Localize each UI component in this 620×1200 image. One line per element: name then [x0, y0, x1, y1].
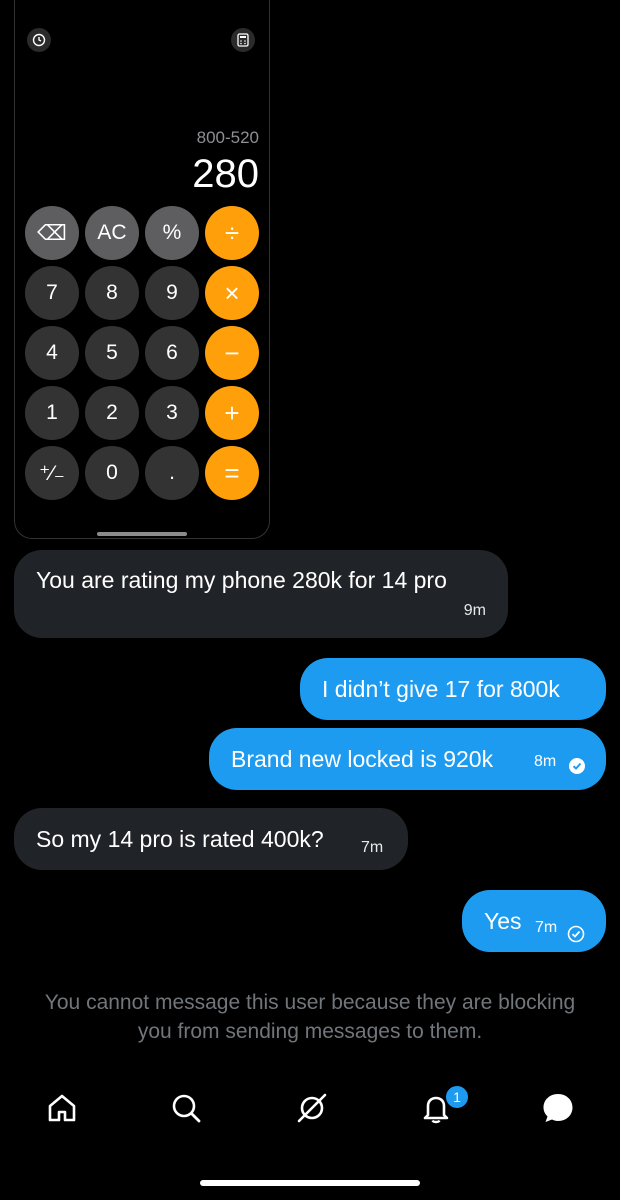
calc-key: ⌫: [25, 206, 79, 260]
message-outgoing[interactable]: Brand new locked is 920k 8m: [209, 728, 606, 790]
calc-key: =: [205, 446, 259, 500]
home-indicator: [200, 1180, 420, 1186]
calc-key: +: [205, 386, 259, 440]
calc-result: 280: [192, 152, 259, 196]
message-outgoing[interactable]: Yes 7m: [462, 890, 606, 952]
calculator-icon: [231, 28, 255, 52]
calc-key: 6: [145, 326, 199, 380]
calc-key: 3: [145, 386, 199, 440]
calc-key: 1: [25, 386, 79, 440]
message-text: So my 14 pro is rated 400k?: [36, 826, 324, 852]
calc-key: 0: [85, 446, 139, 500]
calc-key: %: [145, 206, 199, 260]
message-text: Brand new locked is 920k: [231, 746, 494, 772]
message-text: You are rating my phone 280k for 14 pro: [36, 567, 447, 593]
calc-expression: 800-520: [196, 128, 259, 147]
message-incoming[interactable]: You are rating my phone 280k for 14 pro …: [14, 550, 508, 638]
calculator-screenshot-attachment[interactable]: 800-520 280 ⌫ AC% ÷ 7 8 9 × 4 5 6− 1 2 3 + ⁺∕₋ 0. =: [14, 0, 270, 539]
calc-key: 2: [85, 386, 139, 440]
history-icon: [27, 28, 51, 52]
search-icon[interactable]: [166, 1088, 206, 1128]
message-time: 7m: [361, 839, 384, 856]
calc-key: ⁺∕₋: [25, 446, 79, 500]
calc-key: .: [145, 446, 199, 500]
message-time: 9m: [463, 602, 486, 619]
bottom-tab-bar: [0, 1080, 620, 1140]
calc-key: ×: [205, 266, 259, 320]
calc-key: −: [205, 326, 259, 380]
seen-check-icon: [567, 920, 585, 943]
message-text: Yes: [484, 908, 522, 934]
calc-home-indicator: [97, 532, 187, 536]
message-time: 7m: [535, 919, 558, 936]
calc-key: 7: [25, 266, 79, 320]
seen-check-icon: [569, 758, 585, 774]
messages-icon[interactable]: [538, 1088, 578, 1128]
message-outgoing[interactable]: I didn’t give 17 for 800k: [300, 658, 606, 720]
grok-icon[interactable]: [292, 1088, 332, 1128]
notification-badge: 1: [444, 1084, 470, 1110]
calc-key: AC: [85, 206, 139, 260]
calc-key: 9: [145, 266, 199, 320]
calc-key: ÷: [205, 206, 259, 260]
message-text: I didn’t give 17 for 800k: [322, 676, 560, 702]
calc-key: 8: [85, 266, 139, 320]
calc-key: 4: [25, 326, 79, 380]
message-incoming[interactable]: So my 14 pro is rated 400k? 7m: [14, 808, 408, 870]
home-icon[interactable]: [42, 1088, 82, 1128]
calc-keypad: ⌫ AC% ÷ 7 8 9 × 4 5 6− 1 2 3 + ⁺∕₋ 0. =: [25, 206, 261, 500]
message-time: 8m: [534, 753, 557, 770]
calc-key: 5: [85, 326, 139, 380]
blocked-notice: You cannot message this user because the…: [44, 991, 576, 1043]
